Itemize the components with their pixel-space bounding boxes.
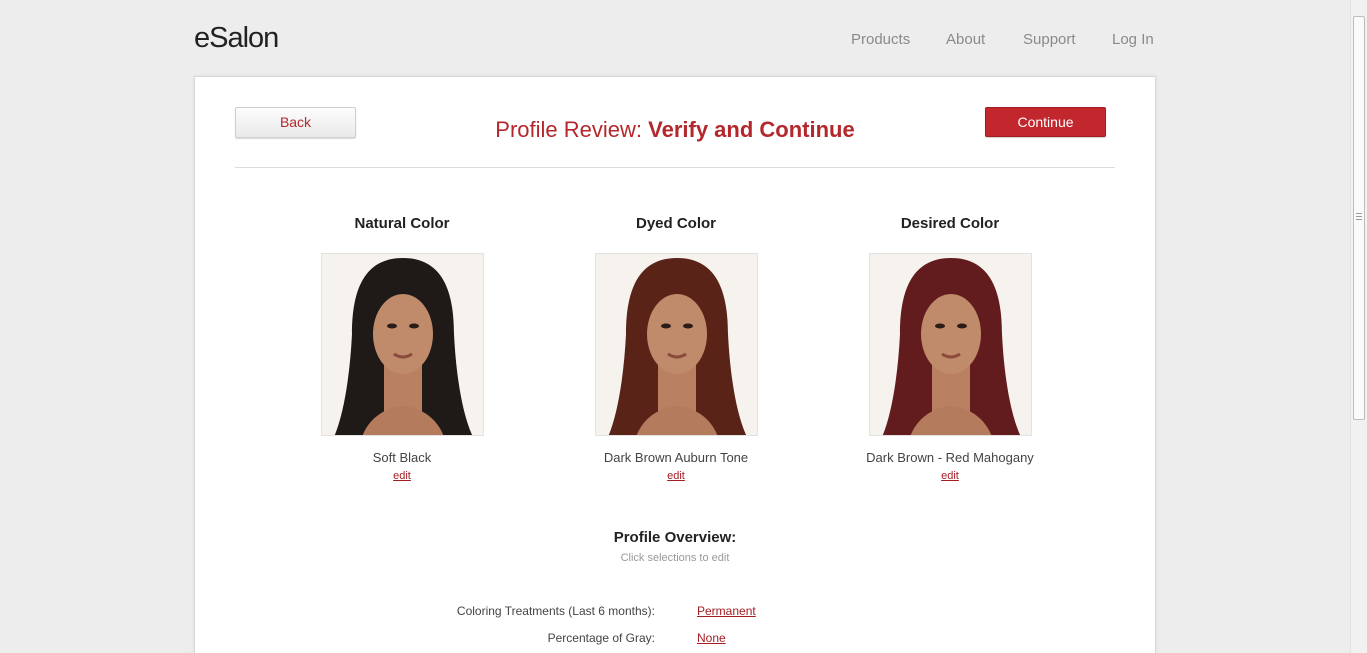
vertical-scrollbar[interactable] bbox=[1350, 0, 1367, 653]
divider bbox=[235, 167, 1115, 168]
coloring-treatments-label: Coloring Treatments (Last 6 months): bbox=[456, 604, 655, 618]
dyed-color-photo bbox=[594, 253, 758, 436]
dyed-color-name: Dark Brown Auburn Tone bbox=[603, 450, 749, 465]
top-bar: eSalon Products About Support Log In bbox=[0, 0, 1350, 76]
nav-support[interactable]: Support bbox=[1023, 31, 1076, 48]
grip-line bbox=[1356, 216, 1362, 217]
gray-percentage-label: Percentage of Gray: bbox=[547, 631, 655, 645]
continue-button[interactable]: Continue bbox=[985, 107, 1106, 137]
title-emphasis: Verify and Continue bbox=[648, 117, 855, 142]
page-title: Profile Review: Verify and Continue bbox=[375, 117, 975, 143]
coloring-treatments-value[interactable]: Permanent bbox=[697, 604, 756, 618]
natural-color-edit-link[interactable]: edit bbox=[393, 470, 411, 482]
nav-about[interactable]: About bbox=[946, 31, 985, 48]
desired-color-name: Dark Brown - Red Mahogany bbox=[866, 450, 1034, 465]
back-button[interactable]: Back bbox=[235, 107, 356, 138]
nav-products[interactable]: Products bbox=[851, 31, 910, 48]
desired-color-heading: Desired Color bbox=[900, 215, 1000, 232]
profile-overview: Profile Overview: Click selections to ed… bbox=[575, 529, 775, 564]
profile-review-panel: Back Profile Review: Verify and Continue… bbox=[194, 76, 1156, 653]
overview-subtitle: Click selections to edit bbox=[620, 552, 730, 564]
grip-line bbox=[1356, 213, 1362, 214]
dyed-color-edit-link[interactable]: edit bbox=[667, 470, 685, 482]
grip-line bbox=[1356, 219, 1362, 220]
desired-color-edit-link[interactable]: edit bbox=[941, 470, 959, 482]
title-prefix: Profile Review: bbox=[495, 117, 649, 142]
overview-title: Profile Overview: bbox=[613, 529, 737, 546]
dyed-color-card: Dyed Color Dark Brown Auburn Tone edit bbox=[556, 215, 796, 484]
gray-percentage-value[interactable]: None bbox=[697, 631, 726, 645]
desired-color-photo bbox=[868, 253, 1032, 436]
logo[interactable]: eSalon bbox=[194, 22, 279, 55]
natural-color-heading: Natural Color bbox=[354, 215, 450, 232]
natural-color-name: Soft Black bbox=[372, 450, 432, 465]
natural-color-photo bbox=[320, 253, 484, 436]
nav-login[interactable]: Log In bbox=[1112, 31, 1154, 48]
natural-color-card: Natural Color Soft Black edit bbox=[282, 215, 522, 484]
desired-color-card: Desired Color Dark Brown - Red Mahogany … bbox=[830, 215, 1070, 484]
dyed-color-heading: Dyed Color bbox=[635, 215, 716, 232]
scrollbar-thumb[interactable] bbox=[1353, 16, 1365, 420]
